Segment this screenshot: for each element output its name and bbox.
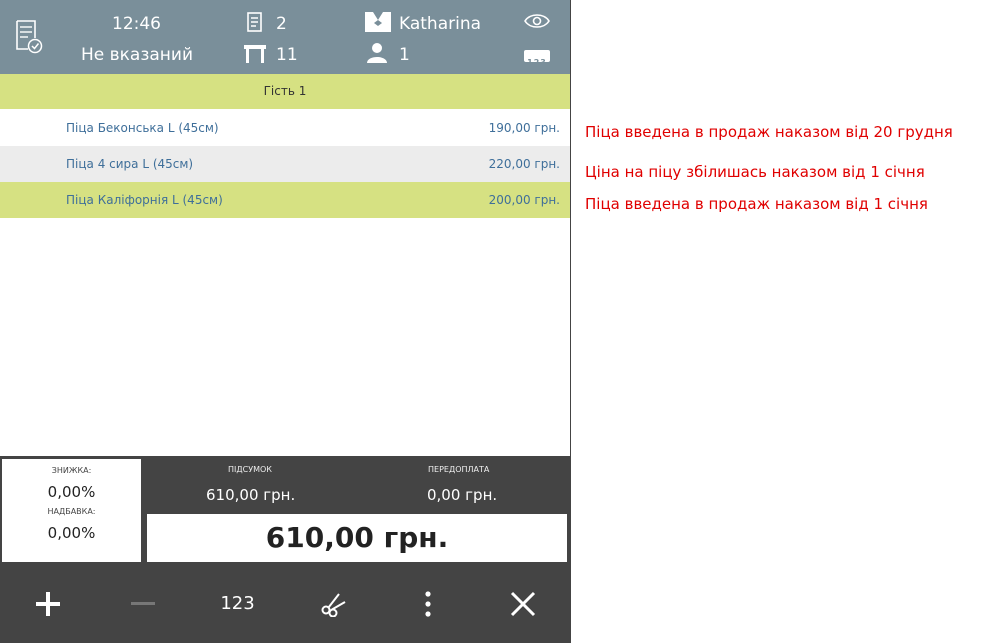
close-button[interactable] xyxy=(475,564,570,643)
numeric-input-label: 123 xyxy=(220,593,255,614)
totals-panel: ЗНИЖКА: 0,00% НАДБАВКА: 0,00% ПІДСУМОК 6… xyxy=(0,456,570,564)
guests-count[interactable]: 1 xyxy=(399,45,410,65)
header-bar: 12:46 Не вказаний 2 11 Katharina 1 123 xyxy=(0,0,570,74)
waiter-icon xyxy=(365,12,391,32)
order-item-name: Піца 4 сира L (45см) xyxy=(66,157,194,171)
bottom-toolbar: 123 xyxy=(0,564,570,643)
close-icon xyxy=(510,591,535,616)
keypad-badge-label: 123 xyxy=(527,58,547,67)
discount-markup-box[interactable]: ЗНИЖКА: 0,00% НАДБАВКА: 0,00% xyxy=(2,459,141,562)
discount-value: 0,00% xyxy=(47,483,96,501)
more-options-button[interactable] xyxy=(380,564,475,643)
order-item-name: Піца Каліфорнія L (45см) xyxy=(66,193,223,207)
scissors-icon xyxy=(321,592,345,617)
receipts-icon xyxy=(247,12,262,32)
order-item-name: Піца Беконська L (45см) xyxy=(66,121,219,135)
subtotal-value: 610,00 грн. xyxy=(206,486,296,504)
markup-label: НАДБАВКА: xyxy=(47,507,96,516)
remove-button[interactable] xyxy=(95,564,190,643)
split-button[interactable] xyxy=(285,564,380,643)
discount-label: ЗНИЖКА: xyxy=(51,466,92,475)
receipts-count: 2 xyxy=(276,14,287,34)
pos-screen: 12:46 Не вказаний 2 11 Katharina 1 123 Г… xyxy=(0,0,571,643)
annotation-note: Ціна на піцу збілишась наказом від 1 січ… xyxy=(585,163,925,181)
receipt-check-icon[interactable] xyxy=(14,20,44,54)
order-type[interactable]: Не вказаний xyxy=(81,45,193,65)
prepayment-label: ПЕРЕДОПЛАТА xyxy=(428,465,490,474)
guest-label: Гість 1 xyxy=(263,84,307,98)
clock-time: 12:46 xyxy=(112,14,161,34)
more-vertical-icon xyxy=(424,590,431,617)
add-button[interactable] xyxy=(0,564,95,643)
keypad-badge[interactable]: 123 xyxy=(524,50,550,67)
order-item-row[interactable]: Піца 4 сира L (45см) 220,00 грн. xyxy=(0,146,570,182)
prepayment-value: 0,00 грн. xyxy=(427,486,498,504)
grand-total: 610,00 грн. xyxy=(147,514,567,562)
order-item-row[interactable]: Піца Беконська L (45см) 190,00 грн. xyxy=(0,110,570,146)
guest-person-icon xyxy=(367,43,387,63)
subtotal-label: ПІДСУМОК xyxy=(228,465,272,474)
annotation-note: Піца введена в продаж наказом від 1 січн… xyxy=(585,195,928,213)
markup-value: 0,00% xyxy=(47,524,96,542)
order-item-row-selected[interactable]: Піца Каліфорнія L (45см) 200,00 грн. xyxy=(0,182,570,218)
order-item-price: 200,00 грн. xyxy=(488,193,560,207)
eye-icon[interactable] xyxy=(524,12,550,30)
order-item-price: 220,00 грн. xyxy=(488,157,560,171)
waiter-name[interactable]: Katharina xyxy=(399,14,481,34)
annotation-note: Піца введена в продаж наказом від 20 гру… xyxy=(585,123,953,141)
order-item-price: 190,00 грн. xyxy=(488,121,560,135)
minus-icon xyxy=(130,601,155,605)
guest-bar[interactable]: Гість 1 xyxy=(0,74,570,109)
plus-icon xyxy=(35,591,60,616)
table-icon xyxy=(244,45,266,63)
table-number[interactable]: 11 xyxy=(276,45,298,65)
numeric-input-button[interactable]: 123 xyxy=(190,564,285,643)
